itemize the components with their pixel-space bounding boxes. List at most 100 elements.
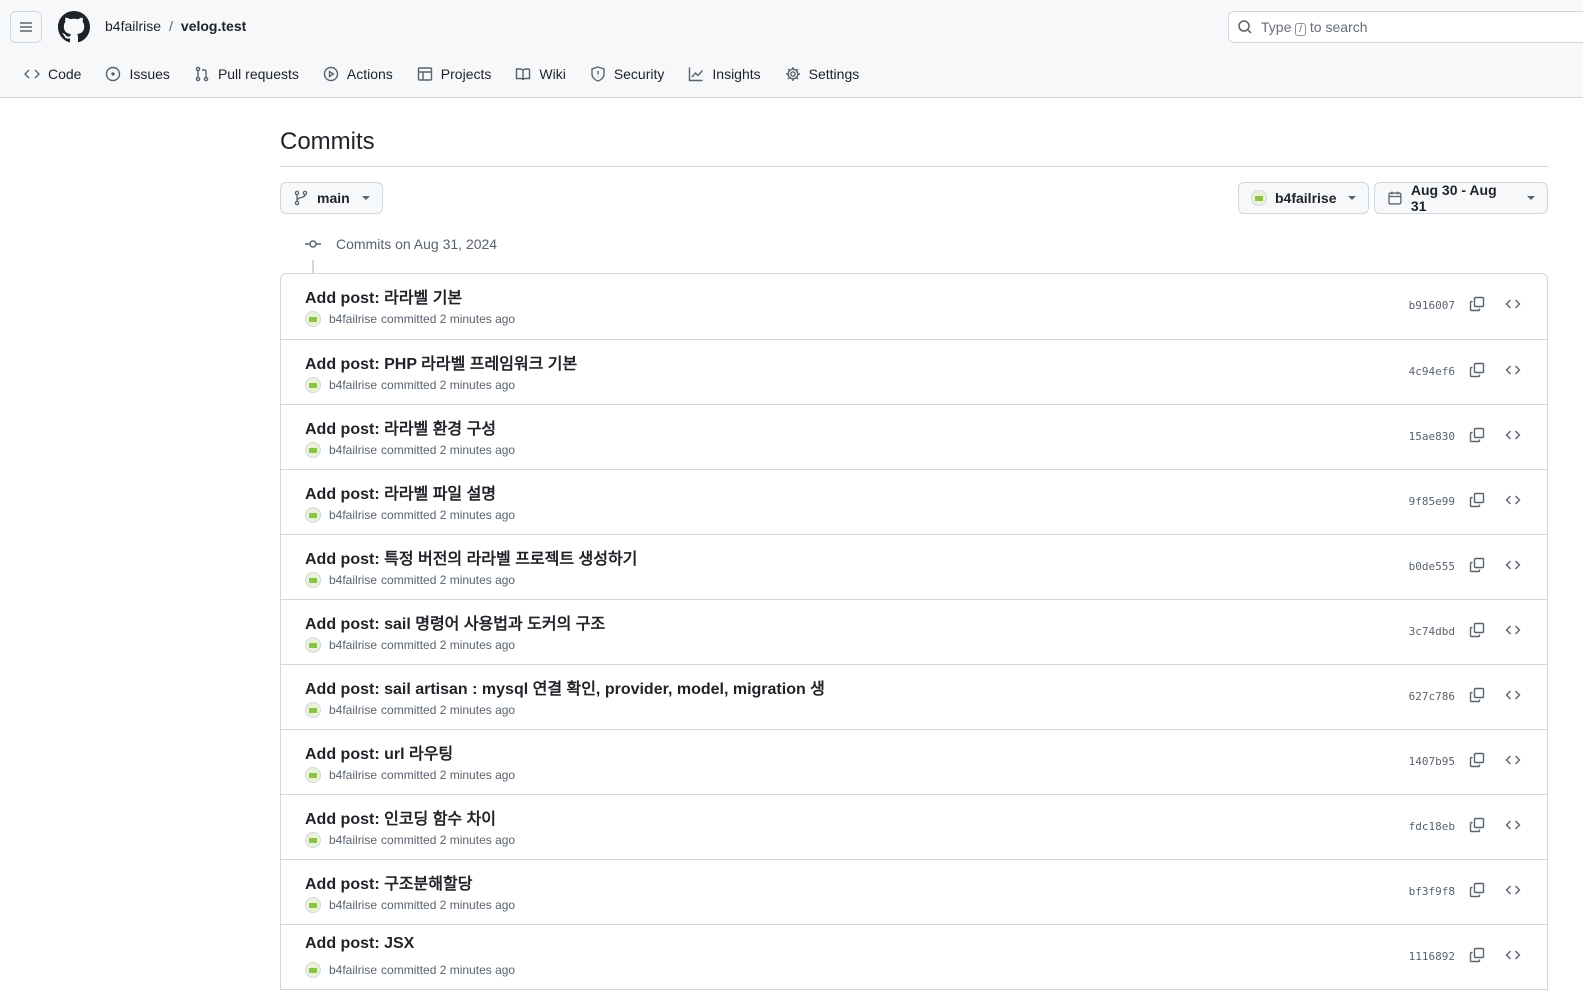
tab-settings[interactable]: Settings bbox=[777, 62, 868, 86]
commit-title-link[interactable]: Add post: 구조분해할당 bbox=[305, 870, 472, 894]
search-input[interactable]: Type / to search bbox=[1228, 11, 1583, 43]
tab-wiki[interactable]: Wiki bbox=[507, 62, 573, 86]
commit-author[interactable]: b4failrise bbox=[329, 378, 377, 392]
avatar[interactable] bbox=[305, 702, 321, 718]
commit-title-link[interactable]: Add post: PHP 라라벨 프레임워크 기본 bbox=[305, 350, 577, 374]
repo-link[interactable]: velog.test bbox=[181, 18, 246, 34]
commit-title-link[interactable]: Add post: sail artisan : mysql 연결 확인, pr… bbox=[305, 675, 825, 699]
browse-code-icon[interactable] bbox=[1505, 492, 1521, 508]
commit-row: Add post: 라라벨 파일 설명 b4failrise committed … bbox=[281, 469, 1547, 534]
tab-code[interactable]: Code bbox=[16, 62, 89, 86]
commit-title-link[interactable]: Add post: 라라벨 파일 설명 bbox=[305, 480, 496, 504]
commit-author[interactable]: b4failrise bbox=[329, 703, 377, 717]
commit-sha-link[interactable]: bf3f9f8 bbox=[1409, 885, 1455, 898]
breadcrumb: b4failrise / velog.test bbox=[105, 18, 246, 34]
commit-sha-link[interactable]: b0de555 bbox=[1409, 560, 1455, 573]
commit-author[interactable]: b4failrise bbox=[329, 833, 377, 847]
commit-row: Add post: 인코딩 함수 차이 b4failrise committed … bbox=[281, 794, 1547, 859]
browse-code-icon[interactable] bbox=[1505, 557, 1521, 573]
tab-label: Actions bbox=[346, 66, 393, 82]
commit-time: committed 2 minutes ago bbox=[381, 443, 516, 457]
commit-author[interactable]: b4failrise bbox=[329, 898, 377, 912]
copy-icon[interactable] bbox=[1469, 817, 1485, 833]
browse-code-icon[interactable] bbox=[1505, 882, 1521, 898]
search-shortcut: / bbox=[1295, 23, 1307, 36]
date-range-filter[interactable]: Aug 30 - Aug 31 bbox=[1374, 182, 1548, 214]
commit-title-link[interactable]: Add post: sail 명령어 사용법과 도커의 구조 bbox=[305, 610, 605, 634]
avatar[interactable] bbox=[305, 832, 321, 848]
owner-link[interactable]: b4failrise bbox=[105, 18, 161, 34]
commit-author[interactable]: b4failrise bbox=[329, 312, 377, 326]
avatar[interactable] bbox=[305, 897, 321, 913]
commit-group-date: Commits on Aug 31, 2024 bbox=[336, 236, 498, 252]
commit-author[interactable]: b4failrise bbox=[329, 573, 377, 587]
avatar[interactable] bbox=[305, 572, 321, 588]
copy-icon[interactable] bbox=[1469, 752, 1485, 768]
code-icon bbox=[24, 69, 40, 79]
copy-icon[interactable] bbox=[1469, 492, 1485, 508]
tab-projects[interactable]: Projects bbox=[409, 62, 500, 86]
caret-down-icon bbox=[361, 196, 370, 200]
commit-author[interactable]: b4failrise bbox=[329, 443, 377, 457]
avatar[interactable] bbox=[305, 637, 321, 653]
branch-selector[interactable]: main bbox=[280, 182, 383, 214]
commit-title-link[interactable]: Add post: 인코딩 함수 차이 bbox=[305, 805, 496, 829]
copy-icon[interactable] bbox=[1469, 296, 1485, 312]
commit-sha-link[interactable]: b916007 bbox=[1409, 299, 1455, 312]
tab-security[interactable]: Security bbox=[582, 62, 673, 86]
browse-code-icon[interactable] bbox=[1505, 622, 1521, 638]
avatar[interactable] bbox=[305, 377, 321, 393]
tab-insights[interactable]: Insights bbox=[680, 62, 768, 86]
commit-sha-link[interactable]: 3c74dbd bbox=[1409, 625, 1455, 638]
avatar[interactable] bbox=[305, 442, 321, 458]
tab-label: Settings bbox=[808, 66, 860, 82]
copy-icon[interactable] bbox=[1469, 427, 1485, 443]
commit-meta: b4failrise committed 2 minutes ago bbox=[305, 377, 515, 393]
commit-title-link[interactable]: Add post: url 라우팅 bbox=[305, 740, 453, 764]
commit-author[interactable]: b4failrise bbox=[329, 963, 377, 977]
copy-icon[interactable] bbox=[1469, 947, 1485, 963]
commit-author[interactable]: b4failrise bbox=[329, 508, 377, 522]
avatar[interactable] bbox=[305, 962, 321, 978]
commit-author[interactable]: b4failrise bbox=[329, 768, 377, 782]
copy-icon[interactable] bbox=[1469, 557, 1485, 573]
tab-actions[interactable]: Actions bbox=[315, 62, 401, 86]
tab-pull-requests[interactable]: Pull requests bbox=[186, 62, 307, 86]
graph-icon bbox=[689, 67, 704, 82]
github-logo-icon[interactable] bbox=[58, 11, 90, 43]
menu-button[interactable] bbox=[10, 11, 42, 43]
copy-icon[interactable] bbox=[1469, 622, 1485, 638]
repo-header: b4failrise / velog.test Type / to search… bbox=[0, 0, 1583, 98]
commit-sha-link[interactable]: 1116892 bbox=[1409, 950, 1455, 963]
browse-code-icon[interactable] bbox=[1505, 687, 1521, 703]
tab-issues[interactable]: Issues bbox=[97, 62, 177, 86]
caret-down-icon bbox=[1527, 196, 1535, 200]
copy-icon[interactable] bbox=[1469, 882, 1485, 898]
browse-code-icon[interactable] bbox=[1505, 296, 1521, 312]
copy-icon[interactable] bbox=[1469, 687, 1485, 703]
commit-author[interactable]: b4failrise bbox=[329, 638, 377, 652]
commit-sha-link[interactable]: 9f85e99 bbox=[1409, 495, 1455, 508]
avatar[interactable] bbox=[305, 311, 321, 327]
commit-row: Add post: PHP 라라벨 프레임워크 기본 b4failrise com… bbox=[281, 339, 1547, 404]
commit-title-link[interactable]: Add post: 라라벨 기본 bbox=[305, 284, 462, 308]
commit-title-link[interactable]: Add post: 특정 버전의 라라벨 프로젝트 생성하기 bbox=[305, 545, 637, 569]
browse-code-icon[interactable] bbox=[1505, 817, 1521, 833]
commit-time: committed 2 minutes ago bbox=[381, 508, 516, 522]
commit-sha-link[interactable]: 627c786 bbox=[1409, 690, 1455, 703]
commit-title-link[interactable]: Add post: JSX bbox=[305, 935, 414, 953]
browse-code-icon[interactable] bbox=[1505, 752, 1521, 768]
commit-sha-link[interactable]: 4c94ef6 bbox=[1409, 365, 1455, 378]
commit-title-link[interactable]: Add post: 라라벨 환경 구성 bbox=[305, 415, 496, 439]
browse-code-icon[interactable] bbox=[1505, 947, 1521, 963]
browse-code-icon[interactable] bbox=[1505, 427, 1521, 443]
commit-sha-link[interactable]: 15ae830 bbox=[1409, 430, 1455, 443]
avatar[interactable] bbox=[305, 507, 321, 523]
commit-sha-link[interactable]: 1407b95 bbox=[1409, 755, 1455, 768]
author-filter[interactable]: b4failrise bbox=[1238, 182, 1370, 214]
avatar[interactable] bbox=[305, 767, 321, 783]
commit-row: Add post: 라라벨 기본 b4failrise committed 2 m… bbox=[281, 274, 1547, 339]
copy-icon[interactable] bbox=[1469, 362, 1485, 378]
browse-code-icon[interactable] bbox=[1505, 362, 1521, 378]
commit-sha-link[interactable]: fdc18eb bbox=[1409, 820, 1455, 833]
